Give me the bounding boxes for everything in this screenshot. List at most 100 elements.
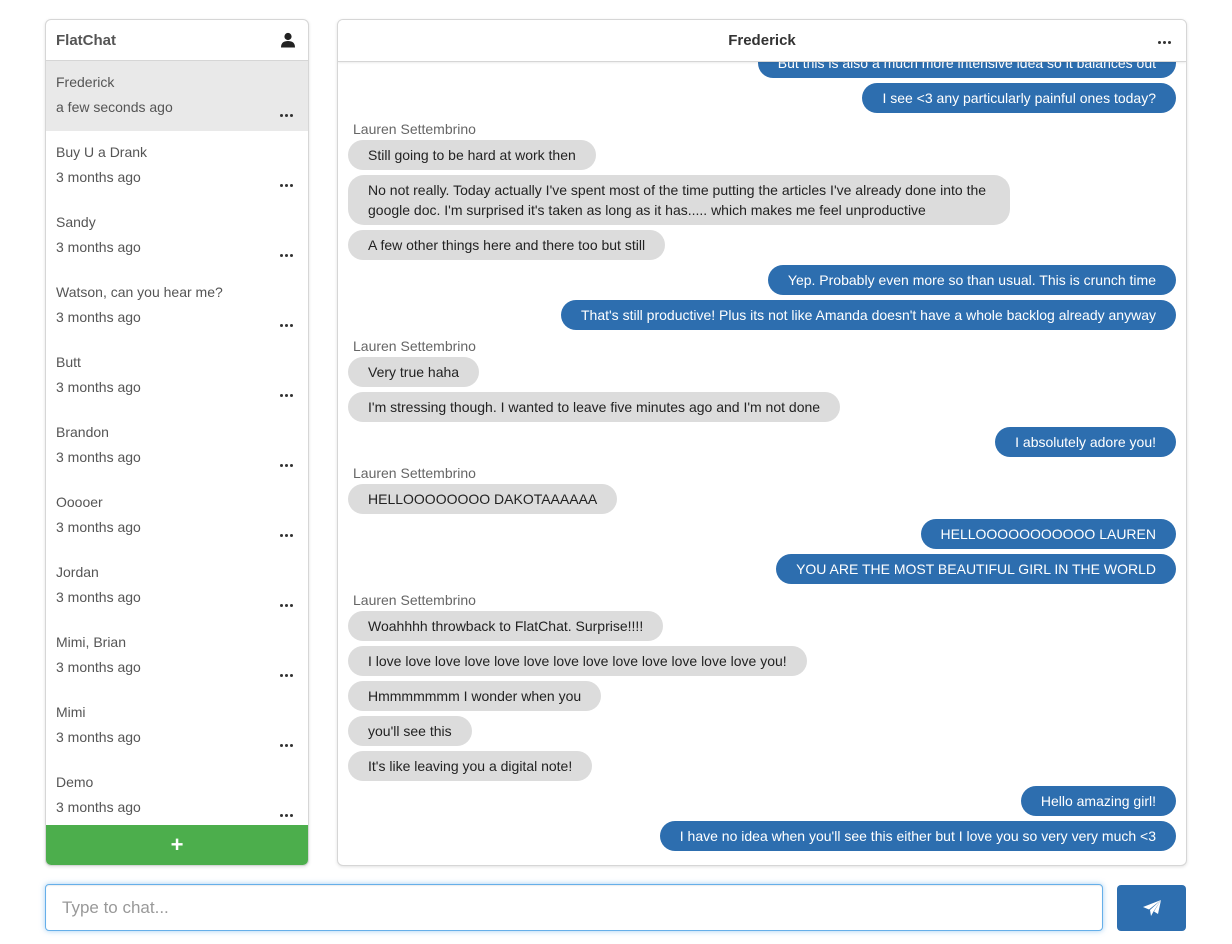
conversation-item[interactable]: Mimi, Brian 3 months ago [46, 621, 308, 691]
conversation-time: a few seconds ago [56, 99, 173, 115]
chat-panel: Frederick But this is also a much more i… [337, 19, 1187, 866]
conversation-name: Brandon [56, 424, 109, 440]
conversation-item[interactable]: Frederick a few seconds ago [46, 61, 308, 131]
conversation-list: Frederick a few seconds ago Buy U a Drank 3… [46, 61, 308, 826]
conversation-item[interactable]: Mimi 3 months ago [46, 691, 308, 761]
incoming-message: I'm stressing though. I wanted to leave … [348, 392, 841, 422]
conversation-sidebar: FlatChat Frederick a few seconds ago Buy U… [45, 19, 309, 866]
conversation-options-icon[interactable] [280, 602, 294, 608]
message-row: I absolutely adore you! [348, 427, 1176, 457]
incoming-message: I love love love love love love love lov… [348, 646, 807, 676]
send-button[interactable] [1117, 885, 1186, 931]
incoming-message: Very true haha [348, 357, 480, 387]
outgoing-message: I see <3 any particularly painful ones t… [862, 83, 1176, 113]
message-row: HELLOOOOOOOOOOO LAUREN [348, 519, 1176, 549]
incoming-message: A few other things here and there too bu… [348, 230, 666, 260]
user-icon[interactable] [280, 32, 296, 48]
conversation-time: 3 months ago [56, 169, 141, 185]
conversation-time: 3 months ago [56, 309, 141, 325]
conversation-item[interactable]: Demo 3 months ago [46, 761, 308, 831]
add-conversation-button[interactable]: + [46, 825, 308, 865]
message-row: That's still productive! Plus its not li… [348, 300, 1176, 330]
outgoing-message: I absolutely adore you! [995, 427, 1176, 457]
incoming-message: No not really. Today actually I've spent… [348, 175, 1010, 225]
conversation-options-icon[interactable] [280, 182, 294, 188]
conversation-item[interactable]: Brandon 3 months ago [46, 411, 308, 481]
message-list[interactable]: But this is also a much more intensive i… [338, 62, 1186, 865]
conversation-item[interactable]: Buy U a Drank 3 months ago [46, 131, 308, 201]
incoming-message: HELLOOOOOOOO DAKOTAAAAAA [348, 484, 618, 514]
conversation-item[interactable]: Butt 3 months ago [46, 341, 308, 411]
message-sender: Lauren Settembrino [353, 465, 476, 481]
conversation-options-icon[interactable] [280, 742, 294, 748]
plus-icon: + [170, 832, 184, 857]
sidebar-header: FlatChat [46, 20, 308, 61]
conversation-name: Buy U a Drank [56, 144, 148, 160]
message-row: A few other things here and there too bu… [348, 230, 1176, 260]
incoming-message: you'll see this [348, 716, 472, 746]
message-row: HELLOOOOOOOO DAKOTAAAAAA [348, 484, 1176, 514]
conversation-options-icon[interactable] [280, 252, 294, 258]
message-row: I'm stressing though. I wanted to leave … [348, 392, 1176, 422]
conversation-name: Frederick [56, 74, 115, 90]
chat-options-icon[interactable] [1158, 39, 1172, 45]
chat-header: Frederick [338, 20, 1186, 62]
message-row: Woahhhh throwback to FlatChat. Surprise!… [348, 611, 1176, 641]
conversation-item[interactable]: Jordan 3 months ago [46, 551, 308, 621]
conversation-time: 3 months ago [56, 379, 141, 395]
conversation-item[interactable]: Sandy 3 months ago [46, 201, 308, 271]
conversation-name: Jordan [56, 564, 99, 580]
message-row: Hello amazing girl! [348, 786, 1176, 816]
conversation-options-icon[interactable] [280, 462, 294, 468]
conversation-name: Watson, can you hear me? [56, 284, 223, 300]
conversation-time: 3 months ago [56, 659, 141, 675]
message-row: Still going to be hard at work then [348, 140, 1176, 170]
outgoing-message: HELLOOOOOOOOOOO LAUREN [920, 519, 1176, 549]
conversation-options-icon[interactable] [280, 112, 294, 118]
conversation-name: Sandy [56, 214, 96, 230]
conversation-time: 3 months ago [56, 519, 141, 535]
conversation-name: Ooooer [56, 494, 103, 510]
incoming-message: Woahhhh throwback to FlatChat. Surprise!… [348, 611, 664, 641]
message-row: Yep. Probably even more so than usual. T… [348, 265, 1176, 295]
conversation-options-icon[interactable] [280, 532, 294, 538]
conversation-time: 3 months ago [56, 799, 141, 815]
conversation-time: 3 months ago [56, 589, 141, 605]
incoming-message: It's like leaving you a digital note! [348, 751, 593, 781]
message-row: No not really. Today actually I've spent… [348, 175, 1176, 225]
conversation-item[interactable]: Ooooer 3 months ago [46, 481, 308, 551]
message-sender: Lauren Settembrino [353, 592, 476, 608]
message-row: Very true haha [348, 357, 1176, 387]
chat-input[interactable] [45, 884, 1103, 931]
message-row: Hmmmmmmm I wonder when you [348, 681, 1176, 711]
outgoing-message: That's still productive! Plus its not li… [561, 300, 1176, 330]
message-sender: Lauren Settembrino [353, 338, 476, 354]
outgoing-message: Hello amazing girl! [1020, 786, 1176, 816]
paper-plane-icon [1142, 900, 1161, 916]
conversation-time: 3 months ago [56, 729, 141, 745]
outgoing-message: Yep. Probably even more so than usual. T… [767, 265, 1176, 295]
message-row: It's like leaving you a digital note! [348, 751, 1176, 781]
conversation-options-icon[interactable] [280, 392, 294, 398]
conversation-options-icon[interactable] [280, 812, 294, 818]
message-row: you'll see this [348, 716, 1176, 746]
conversation-name: Demo [56, 774, 94, 790]
conversation-item[interactable]: Watson, can you hear me? 3 months ago [46, 271, 308, 341]
conversation-time: 3 months ago [56, 239, 141, 255]
outgoing-message: YOU ARE THE MOST BEAUTIFUL GIRL IN THE W… [776, 554, 1176, 584]
outgoing-message: But this is also a much more intensive i… [757, 62, 1176, 78]
conversation-time: 3 months ago [56, 449, 141, 465]
outgoing-message: I have no idea when you'll see this eith… [659, 821, 1176, 851]
message-sender: Lauren Settembrino [353, 121, 476, 137]
conversation-name: Mimi [56, 704, 86, 720]
app-title: FlatChat [56, 31, 116, 49]
message-row: YOU ARE THE MOST BEAUTIFUL GIRL IN THE W… [348, 554, 1176, 584]
chat-title: Frederick [728, 32, 796, 49]
conversation-options-icon[interactable] [280, 672, 294, 678]
message-row: But this is also a much more intensive i… [348, 62, 1176, 78]
incoming-message: Still going to be hard at work then [348, 140, 596, 170]
message-row: I see <3 any particularly painful ones t… [348, 83, 1176, 113]
incoming-message: Hmmmmmmm I wonder when you [348, 681, 602, 711]
message-row: I love love love love love love love lov… [348, 646, 1176, 676]
conversation-options-icon[interactable] [280, 322, 294, 328]
